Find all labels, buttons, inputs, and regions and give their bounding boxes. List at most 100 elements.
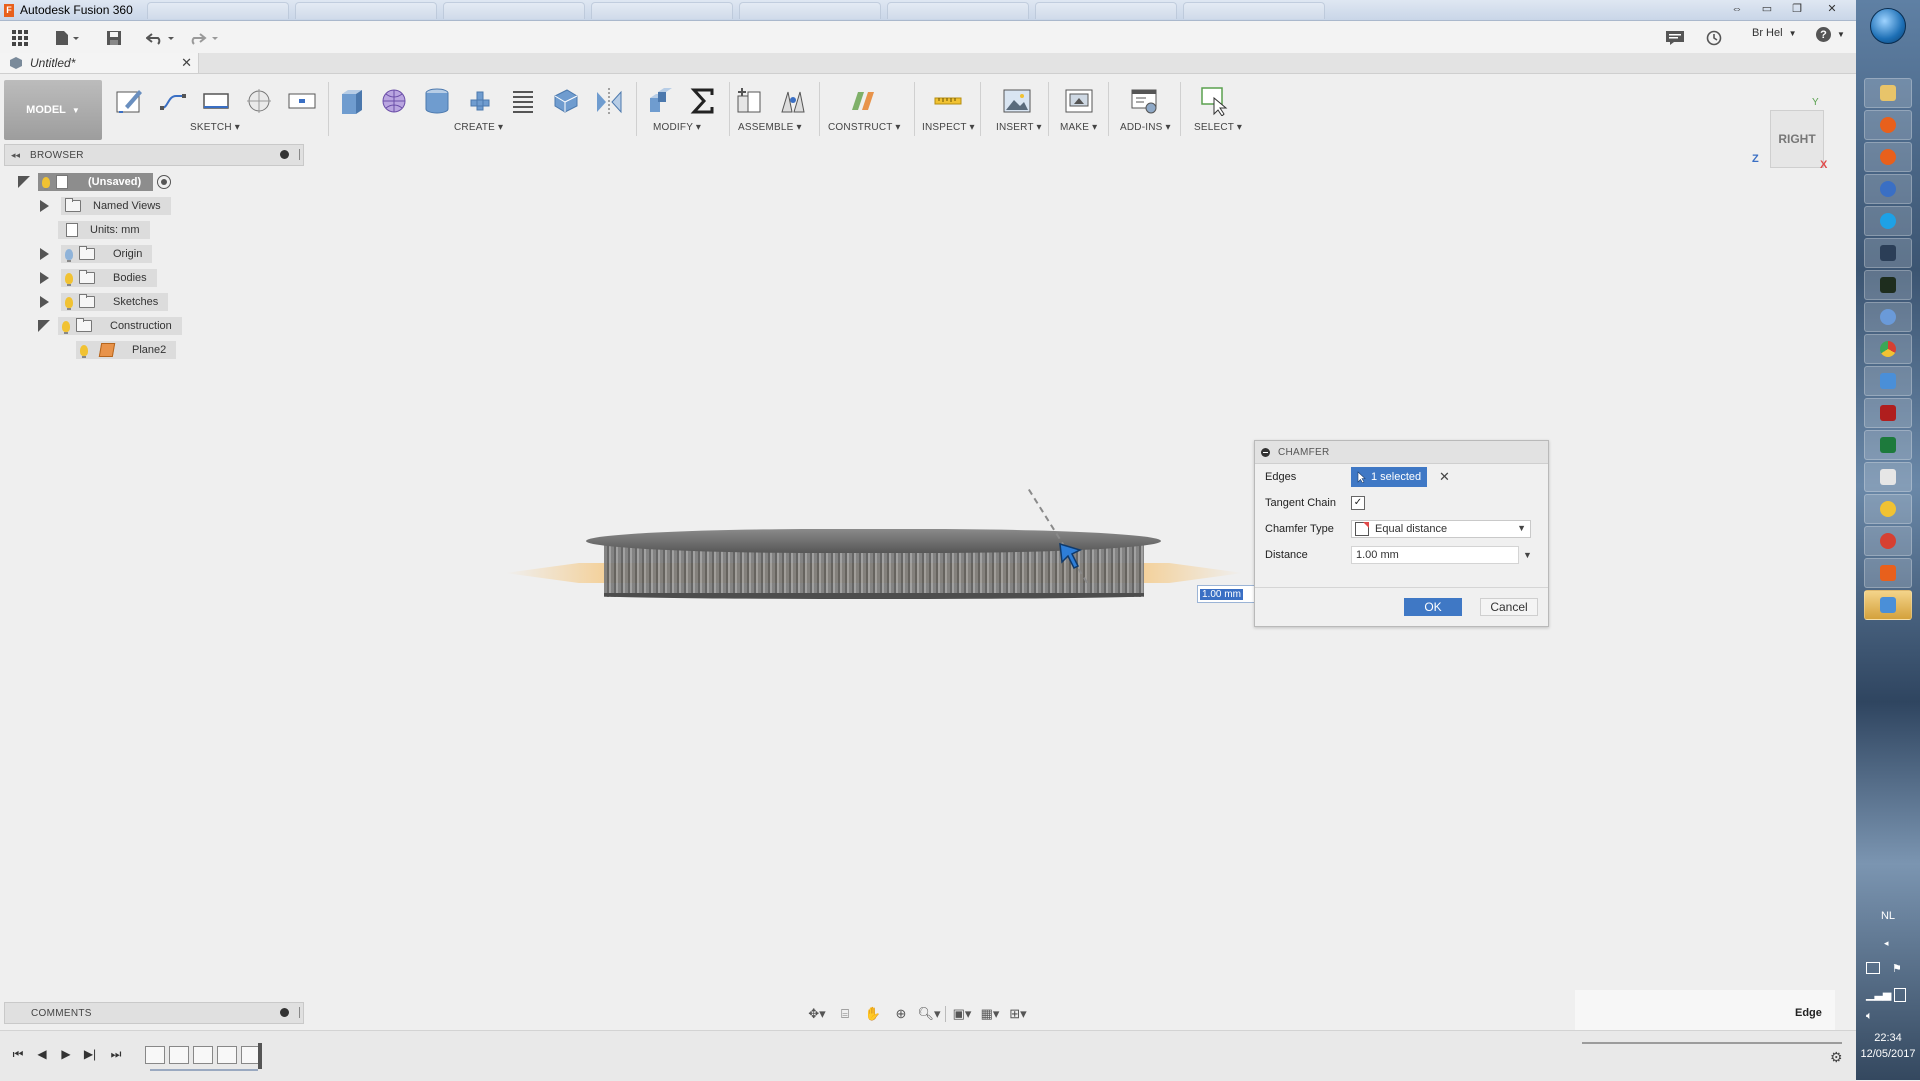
background-tab[interactable] xyxy=(294,1,437,19)
zoom-window-icon[interactable]: 🔍︎▾ xyxy=(917,1004,941,1024)
make-menu[interactable]: MAKE ▾ xyxy=(1060,122,1097,133)
look-at-icon[interactable]: ⌸ xyxy=(833,1004,857,1024)
selected-edge[interactable] xyxy=(604,593,1144,599)
stop-sketch-icon[interactable] xyxy=(287,86,317,116)
skype-taskbar-icon[interactable] xyxy=(1864,206,1912,236)
chamfer-type-select[interactable]: Equal distance ▼ xyxy=(1351,520,1531,538)
construction-chip[interactable]: Construction xyxy=(58,317,182,335)
rectangle-tool-icon[interactable] xyxy=(201,86,231,116)
viewports-icon[interactable]: ⊞▾ xyxy=(1006,1004,1030,1024)
chamfer-manipulator-arrow-icon[interactable] xyxy=(1056,540,1084,570)
display-settings-icon[interactable]: ▣▾ xyxy=(950,1004,974,1024)
flag-icon[interactable]: ⚑ xyxy=(1892,962,1902,975)
new-component-icon[interactable] xyxy=(734,86,764,116)
maximize-icon[interactable]: ❐ xyxy=(1782,0,1812,17)
timeline-sketch-feature-icon[interactable] xyxy=(217,1046,237,1064)
comments-panel-header[interactable]: COMMENTS xyxy=(4,1002,304,1024)
history-clock-icon[interactable] xyxy=(1706,27,1722,49)
visibility-bulb-icon[interactable] xyxy=(62,320,70,334)
origin-chip[interactable]: Origin xyxy=(61,245,153,263)
expand-down-icon[interactable] xyxy=(18,176,30,188)
pipe-icon[interactable] xyxy=(465,86,495,116)
create-menu[interactable]: CREATE ▾ xyxy=(454,122,503,133)
pan-hand-icon[interactable]: ✋ xyxy=(861,1004,885,1024)
thunderbird-taskbar-icon[interactable] xyxy=(1864,174,1912,204)
timeline-settings-gear-icon[interactable]: ⚙ xyxy=(1830,1049,1843,1066)
dialog-header[interactable]: CHAMFER xyxy=(1255,441,1548,464)
bodies-chip[interactable]: Bodies xyxy=(61,269,157,287)
chevron-down-icon[interactable]: ▼ xyxy=(1523,550,1532,560)
tree-item-sketches[interactable]: Sketches xyxy=(40,293,169,311)
tangent-chain-checkbox[interactable]: ✓ xyxy=(1351,496,1365,510)
visibility-bulb-icon[interactable] xyxy=(42,176,50,190)
visibility-bulb-icon[interactable] xyxy=(65,272,73,286)
restore-arrow-icon[interactable]: ⇔ xyxy=(1722,0,1752,17)
volume-icon[interactable]: 🔈︎ xyxy=(1866,1010,1873,1023)
visibility-bulb-icon[interactable] xyxy=(65,248,73,262)
background-tab[interactable] xyxy=(1034,1,1177,19)
expand-down-icon[interactable] xyxy=(38,320,50,332)
tree-item-construction[interactable]: Construction xyxy=(38,317,182,335)
select-menu[interactable]: SELECT ▾ xyxy=(1194,122,1242,133)
clock-date[interactable]: 12/05/2017 xyxy=(1856,1048,1920,1060)
extrude-icon[interactable] xyxy=(336,86,366,116)
step-forward-icon[interactable]: ▶| xyxy=(82,1047,98,1061)
notes-taskbar-icon[interactable] xyxy=(1864,462,1912,492)
sketch-menu[interactable]: SKETCH ▾ xyxy=(190,122,240,133)
edges-selection-button[interactable]: 1 selected xyxy=(1351,467,1427,487)
expand-right-icon[interactable] xyxy=(40,272,49,284)
assemble-menu[interactable]: ASSEMBLE ▾ xyxy=(738,122,802,133)
go-to-start-icon[interactable]: ⏮ xyxy=(10,1047,26,1061)
addins-menu[interactable]: ADD-INS ▾ xyxy=(1120,122,1171,133)
firefox-taskbar-icon[interactable] xyxy=(1864,142,1912,172)
help-menu[interactable]: ? ▼ xyxy=(1816,27,1845,42)
user-menu[interactable]: Br Hel ▼ xyxy=(1752,27,1796,39)
select-cursor-icon[interactable] xyxy=(1200,86,1230,116)
scripts-addins-icon[interactable] xyxy=(1130,86,1160,116)
timeline-extrude-feature-icon[interactable] xyxy=(169,1046,189,1064)
network-icon[interactable] xyxy=(1866,962,1880,974)
coil-icon[interactable] xyxy=(508,86,538,116)
insert-image-icon[interactable] xyxy=(1002,86,1032,116)
document-tab[interactable]: Untitled* ✕ xyxy=(0,53,199,73)
clear-selection-icon[interactable]: ✕ xyxy=(1439,469,1450,485)
modify-menu[interactable]: MODIFY ▾ xyxy=(653,122,701,133)
redo-icon[interactable] xyxy=(190,27,220,49)
job-status-icon[interactable] xyxy=(1666,27,1684,49)
tree-item-named-views[interactable]: Named Views xyxy=(40,197,171,215)
line-tool-icon[interactable] xyxy=(158,86,188,116)
create-sketch-icon[interactable] xyxy=(115,86,145,116)
excel-taskbar-icon[interactable] xyxy=(1864,430,1912,460)
firefox-taskbar-icon[interactable] xyxy=(1864,110,1912,140)
expand-right-icon[interactable] xyxy=(40,200,49,212)
joint-icon[interactable] xyxy=(778,86,808,116)
go-to-end-icon[interactable]: ⏭ xyxy=(108,1047,124,1061)
distance-input[interactable]: 1.00 mm xyxy=(1351,546,1519,564)
form-sphere-icon[interactable] xyxy=(379,86,409,116)
background-tab[interactable] xyxy=(442,1,585,19)
snipping-taskbar-icon[interactable] xyxy=(1864,526,1912,556)
plane2-chip[interactable]: Plane2 xyxy=(76,341,177,359)
panel-grip-icon[interactable] xyxy=(299,149,300,160)
keepass-taskbar-icon[interactable] xyxy=(1864,238,1912,268)
press-pull-icon[interactable] xyxy=(644,86,674,116)
signal-icon[interactable]: ▁▃▅ xyxy=(1866,988,1891,1001)
cancel-button[interactable]: Cancel xyxy=(1480,598,1538,616)
insert-menu[interactable]: INSERT ▾ xyxy=(996,122,1042,133)
tray-expand-icon[interactable]: ◂ xyxy=(1884,938,1889,949)
tree-item-bodies[interactable]: Bodies xyxy=(40,269,157,287)
background-tab[interactable] xyxy=(886,1,1029,19)
data-panel-grid-icon[interactable] xyxy=(12,27,28,49)
tree-root[interactable]: (Unsaved) xyxy=(18,173,172,191)
units-chip[interactable]: Units: mm xyxy=(58,221,150,239)
minimize-icon[interactable]: ▭ xyxy=(1752,0,1782,17)
root-chip[interactable]: (Unsaved) xyxy=(38,173,154,191)
timeline-marker[interactable] xyxy=(258,1043,262,1069)
zoom-icon[interactable]: ⊕ xyxy=(889,1004,913,1024)
expand-right-icon[interactable] xyxy=(40,296,49,308)
3d-print-icon[interactable] xyxy=(1064,86,1094,116)
timeline-sketch-feature-icon[interactable] xyxy=(145,1046,165,1064)
play-icon[interactable]: ▶ xyxy=(58,1047,74,1061)
orbit-icon[interactable]: ✥▾ xyxy=(805,1004,829,1024)
browser-panel-header[interactable]: ◂◂ BROWSER xyxy=(4,144,304,166)
